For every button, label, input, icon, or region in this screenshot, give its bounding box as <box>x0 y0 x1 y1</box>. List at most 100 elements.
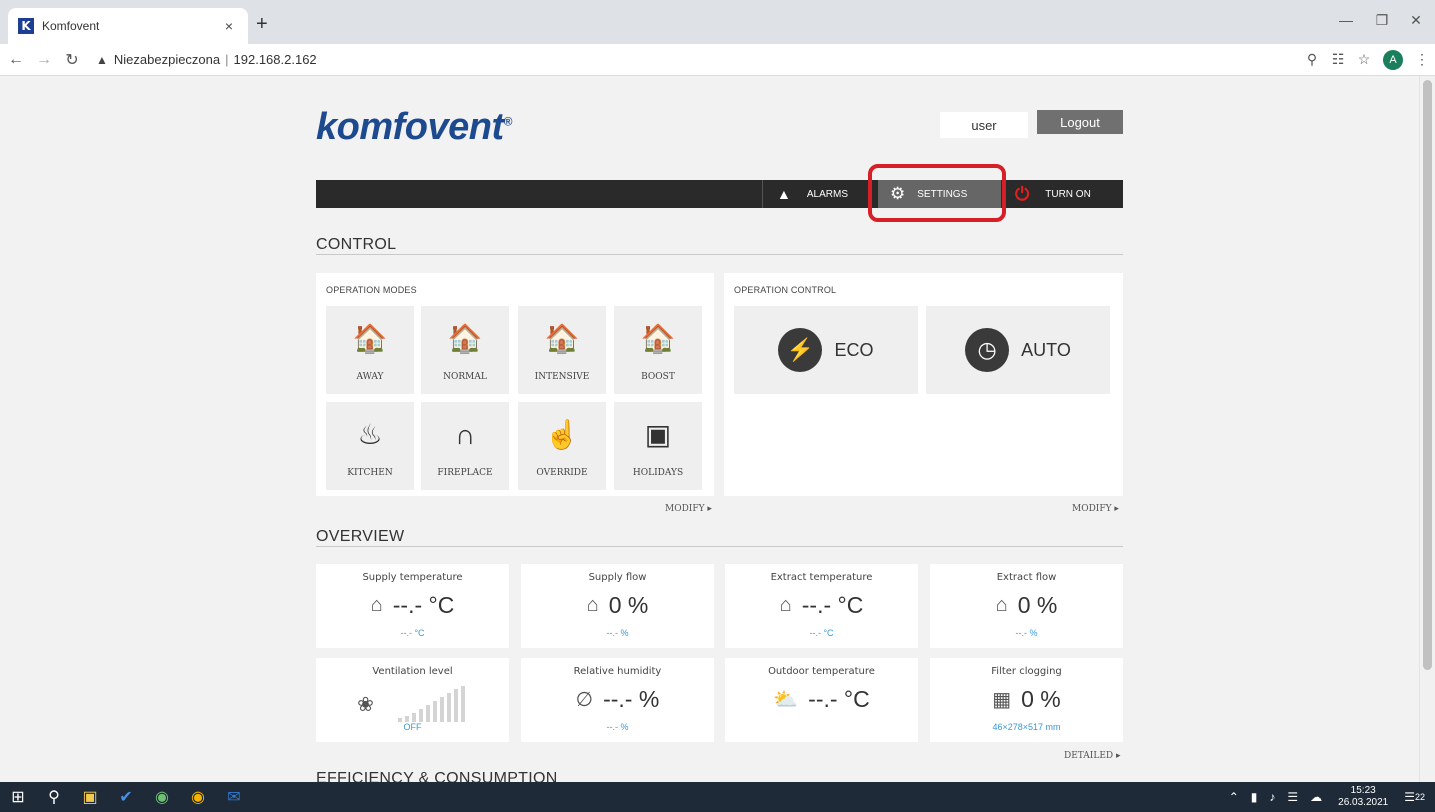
network-icon[interactable]: ☰ <box>1287 790 1298 804</box>
file-explorer-icon[interactable]: ▣ <box>72 787 108 807</box>
mode-normal[interactable]: 🏠 NORMAL <box>421 306 509 394</box>
security-label[interactable]: Niezabezpieczona <box>114 52 220 67</box>
card-value: ▦ 0 % <box>992 686 1061 712</box>
browser-tab[interactable]: K Komfovent × <box>8 8 248 44</box>
reload-icon[interactable]: ↻ <box>60 50 84 70</box>
settings-highlight-annotation <box>868 164 1006 222</box>
mode-boost[interactable]: 🏠 BOOST <box>614 306 702 394</box>
supply-temperature-card[interactable]: Supply temperature ⌂ --.- °C --.- °C <box>316 564 509 648</box>
suitcase-icon: ▣ <box>644 419 672 450</box>
url-input[interactable]: ▲ Niezabezpieczona | 192.168.2.162 <box>92 46 1299 73</box>
modify-modes-link[interactable]: MODIFY ▸ <box>665 504 712 514</box>
modify-control-link[interactable]: MODIFY ▸ <box>1072 504 1119 514</box>
card-title: Supply flow <box>588 572 647 583</box>
key-icon[interactable]: ⚲ <box>1299 51 1325 68</box>
warning-icon[interactable]: ▲ <box>96 53 108 67</box>
boost-house-icon: 🏠 <box>640 323 676 354</box>
sun-cloud-icon: ⛅ <box>773 689 799 711</box>
operation-control-panel: OPERATION CONTROL ⚡ ECO ◷ AUTO <box>724 273 1123 496</box>
mode-label: INTENSIVE <box>534 372 590 382</box>
address-bar: ← → ↻ ▲ Niezabezpieczona | 192.168.2.162… <box>0 44 1435 76</box>
minimize-icon[interactable]: — <box>1336 12 1356 28</box>
outlook-icon[interactable]: ✉ <box>216 787 252 807</box>
level-bar <box>432 701 437 722</box>
level-bar <box>460 686 465 722</box>
detailed-link[interactable]: DETAILED ▸ <box>1064 751 1121 761</box>
photos-app-icon[interactable]: ◉ <box>144 787 180 807</box>
profile-avatar[interactable]: A <box>1383 49 1403 70</box>
page-scrollbar[interactable] <box>1419 76 1435 782</box>
clock-time: 15:23 <box>1350 785 1376 796</box>
new-tab-button[interactable]: + <box>256 14 268 34</box>
fan-icon: ❀ <box>357 693 374 716</box>
card-title: Relative humidity <box>573 666 662 677</box>
tray-expand-icon[interactable]: ⌃ <box>1229 790 1239 804</box>
search-icon[interactable]: ⚲ <box>36 787 72 807</box>
todo-check-icon[interactable]: ✔ <box>108 787 144 807</box>
ventilation-level-card[interactable]: Ventilation level ❀ OFF <box>316 658 509 742</box>
menu-turn-on[interactable]: ⏻ TURN ON <box>1009 180 1123 208</box>
menu-alarms[interactable]: ▲ ALARMS <box>762 180 876 208</box>
control-eco[interactable]: ⚡ ECO <box>734 306 918 394</box>
mode-holidays[interactable]: ▣ HOLIDAYS <box>614 402 702 490</box>
translate-icon[interactable]: ☷ <box>1325 51 1351 68</box>
outdoor-temperature-card[interactable]: Outdoor temperature ⛅ --.- °C <box>725 658 918 742</box>
relative-humidity-card[interactable]: Relative humidity ∅ --.- % --.- % <box>521 658 714 742</box>
menu-alarms-label: ALARMS <box>806 188 848 200</box>
override-hand-icon: ☝ <box>544 419 580 450</box>
notifications-icon[interactable]: ☰ <box>1404 790 1415 804</box>
scrollbar-thumb[interactable] <box>1423 80 1432 670</box>
back-icon[interactable]: ← <box>4 51 28 69</box>
fireplace-icon: ∩ <box>454 419 476 450</box>
card-sub: --.- % <box>606 722 629 732</box>
filter-clogging-card[interactable]: Filter clogging ▦ 0 % 46×278×517 mm <box>930 658 1123 742</box>
card-value: ∅ --.- % <box>575 686 660 712</box>
extract-temperature-card[interactable]: Extract temperature ⌂ --.- °C --.- °C <box>725 564 918 648</box>
bookmark-star-icon[interactable]: ☆ <box>1351 51 1377 68</box>
mode-away[interactable]: 🏠 AWAY <box>326 306 414 394</box>
control-label: ECO <box>834 339 874 360</box>
card-value: ❀ <box>316 686 509 722</box>
tab-title: Komfovent <box>42 19 100 33</box>
komfovent-logo: komfovent® <box>316 106 513 148</box>
windows-taskbar: ⊞ ⚲ ▣ ✔ ◉ ◉ ✉ ⌃ ▮ ♪ ☰ ☁ 15:23 26.03.2021… <box>0 782 1435 812</box>
main-page: komfovent® user Logout ▲ ALARMS ⚙ SETTIN… <box>316 76 1123 782</box>
card-sub: --.- % <box>1015 628 1038 638</box>
mode-intensive[interactable]: 🏠 INTENSIVE <box>518 306 606 394</box>
control-label: AUTO <box>1021 339 1071 360</box>
chrome-icon[interactable]: ◉ <box>180 787 216 807</box>
mode-label: NORMAL <box>443 372 487 382</box>
mode-kitchen[interactable]: ♨ KITCHEN <box>326 402 414 490</box>
supply-flow-card[interactable]: Supply flow ⌂ 0 % --.- % <box>521 564 714 648</box>
tab-close-icon[interactable]: × <box>220 18 238 34</box>
logout-button[interactable]: Logout <box>1037 110 1123 134</box>
card-title: Extract temperature <box>770 572 873 583</box>
card-title: Outdoor temperature <box>768 666 875 677</box>
card-sub: --.- °C <box>400 628 425 638</box>
menu-dots-icon[interactable]: ⋮ <box>1409 51 1435 68</box>
volume-icon[interactable]: ♪ <box>1269 790 1275 804</box>
url-text[interactable]: 192.168.2.162 <box>234 52 317 67</box>
system-clock[interactable]: 15:23 26.03.2021 <box>1338 785 1388 809</box>
mode-fireplace[interactable]: ∩ FIREPLACE <box>421 402 509 490</box>
control-auto[interactable]: ◷ AUTO <box>926 306 1110 394</box>
extract-flow-card[interactable]: Extract flow ⌂ 0 % --.- % <box>930 564 1123 648</box>
operation-control-label: OPERATION CONTROL <box>734 285 837 295</box>
windows-start-icon[interactable]: ⊞ <box>0 787 36 807</box>
battery-icon[interactable]: ▮ <box>1251 790 1258 804</box>
restore-icon[interactable]: ❐ <box>1372 12 1392 29</box>
mode-label: HOLIDAYS <box>632 468 684 478</box>
normal-house-icon: 🏠 <box>447 323 483 354</box>
mode-label: AWAY <box>356 372 384 382</box>
away-house-icon: 🏠 <box>352 323 388 354</box>
forward-icon[interactable]: → <box>32 51 56 69</box>
card-title: Ventilation level <box>372 666 453 677</box>
card-title: Filter clogging <box>991 666 1062 677</box>
close-window-icon[interactable]: ✕ <box>1406 12 1426 29</box>
mode-label: BOOST <box>641 372 675 382</box>
extract-house-icon: ⌂ <box>995 594 1008 616</box>
cloud-icon[interactable]: ☁ <box>1310 790 1322 804</box>
level-bar <box>411 713 416 722</box>
efficiency-section-title: EFFICIENCY & CONSUMPTION <box>316 770 558 782</box>
mode-override[interactable]: ☝ OVERRIDE <box>518 402 606 490</box>
